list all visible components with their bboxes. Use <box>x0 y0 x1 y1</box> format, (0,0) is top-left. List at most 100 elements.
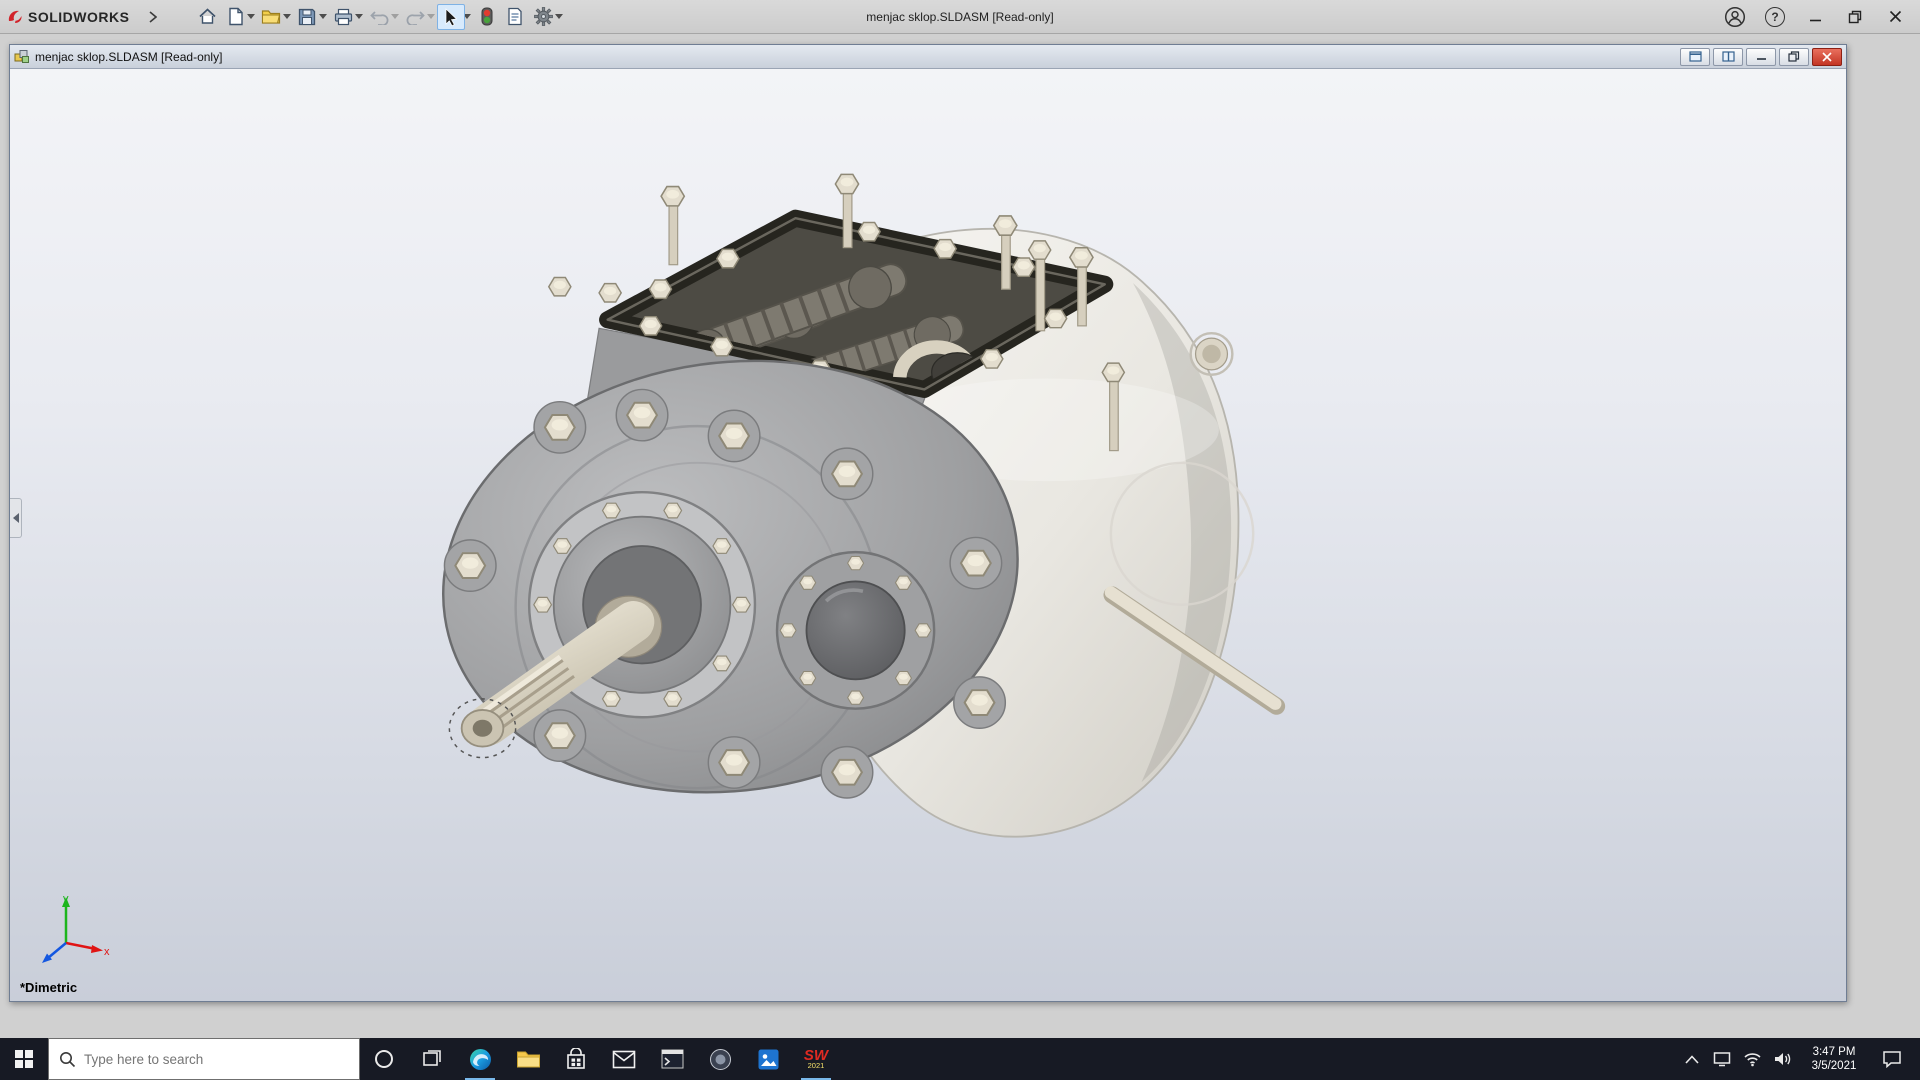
doc-close-button[interactable] <box>1812 47 1842 66</box>
print-icon <box>334 8 353 25</box>
gearbox-assembly-model[interactable] <box>10 69 1846 1001</box>
expand-toolbar-arrow-icon[interactable] <box>139 4 167 30</box>
new-document-button[interactable] <box>221 4 249 30</box>
taskbar-icon-solidworks[interactable]: SW 2021 <box>792 1038 840 1080</box>
doc-title: menjac sklop.SLDASM [Read-only] <box>35 49 223 64</box>
taskbar-clock[interactable]: 3:47 PM 3/5/2021 <box>1797 1045 1871 1073</box>
save-button[interactable] <box>293 4 321 30</box>
doc-window-button-1[interactable] <box>1680 47 1710 66</box>
app-titlebar: SOLIDWORKS menjac sklop.SLDASM [Read-onl… <box>0 0 1920 34</box>
open-folder-icon <box>262 10 281 24</box>
clock-time: 3:47 PM <box>1812 1046 1856 1058</box>
terminal-icon <box>661 1049 683 1069</box>
view-orientation-label: *Dimetric <box>20 980 78 995</box>
solidworks-screen: SOLIDWORKS menjac sklop.SLDASM [Read-onl… <box>0 0 1920 1080</box>
new-document-icon <box>229 7 243 26</box>
wifi-icon <box>1743 1052 1761 1066</box>
cortana-icon <box>375 1050 393 1068</box>
app-close-button[interactable] <box>1876 3 1914 31</box>
undo-dropdown-icon[interactable] <box>391 14 400 19</box>
redo-icon <box>406 10 425 25</box>
triad-y-label: y <box>63 893 69 905</box>
window-arrange-icon <box>1688 51 1702 62</box>
task-view-button[interactable] <box>408 1038 456 1080</box>
triad-x-label: x <box>104 946 110 958</box>
doc-minimize-icon <box>1756 58 1766 60</box>
redo-dropdown-icon[interactable] <box>427 14 436 19</box>
print-button[interactable] <box>329 4 357 30</box>
file-explorer-icon <box>516 1051 540 1067</box>
task-view-icon <box>423 1050 441 1066</box>
graphics-viewport[interactable]: y x *Dimetric <box>10 69 1846 1001</box>
redo-button[interactable] <box>401 4 429 30</box>
tray-display-button[interactable] <box>1707 1038 1737 1080</box>
action-center-icon <box>1883 1051 1901 1068</box>
minimize-icon <box>1809 19 1821 22</box>
doc-close-icon <box>1822 51 1832 62</box>
round-app-icon <box>709 1048 731 1070</box>
account-button[interactable] <box>1716 3 1754 31</box>
taskbar-icon-edge[interactable] <box>456 1038 504 1080</box>
home-button[interactable] <box>193 4 221 30</box>
search-input[interactable] <box>84 1051 324 1067</box>
windows-logo-icon <box>15 1050 33 1068</box>
clock-date: 3/5/2021 <box>1811 1060 1857 1072</box>
windows-taskbar: SW 2021 <box>0 1038 1920 1080</box>
mail-icon <box>612 1050 636 1068</box>
options-button[interactable] <box>529 4 557 30</box>
solidworks-version-badge: 2021 <box>807 1061 825 1070</box>
options-gear-icon <box>534 7 553 26</box>
home-icon <box>199 8 216 24</box>
store-icon <box>567 1047 585 1069</box>
undo-icon <box>370 10 389 25</box>
cortana-button[interactable] <box>360 1038 408 1080</box>
close-icon <box>1889 10 1901 23</box>
taskbar-icon-mail[interactable] <box>600 1038 648 1080</box>
action-center-button[interactable] <box>1871 1038 1913 1080</box>
open-button[interactable] <box>257 4 285 30</box>
edge-icon <box>469 1048 491 1070</box>
doc-window-button-2[interactable] <box>1713 47 1743 66</box>
doc-restore-button[interactable] <box>1779 47 1809 66</box>
taskbar-icon-blue-tile[interactable] <box>744 1038 792 1080</box>
blue-tile-app-icon <box>758 1049 778 1069</box>
help-icon: ? <box>1765 6 1785 27</box>
featuremanager-collapse-tab[interactable] <box>10 497 22 538</box>
restore-icon <box>1848 10 1862 23</box>
taskbar-icon-app-circle[interactable] <box>696 1038 744 1080</box>
help-button[interactable]: ? <box>1756 3 1794 31</box>
hidden-icons-button[interactable] <box>1677 1038 1707 1080</box>
volume-icon <box>1774 1053 1790 1065</box>
orientation-triad[interactable]: y x <box>32 891 112 969</box>
app-restore-button[interactable] <box>1836 3 1874 31</box>
start-button[interactable] <box>0 1038 48 1080</box>
dassault-logo-icon <box>8 10 22 23</box>
assembly-document-icon <box>14 50 29 63</box>
doc-titlebar[interactable]: menjac sklop.SLDASM [Read-only] <box>10 45 1846 69</box>
taskbar-icon-terminal[interactable] <box>648 1038 696 1080</box>
taskbar-search[interactable] <box>48 1038 360 1080</box>
undo-button[interactable] <box>365 4 393 30</box>
tray-network-button[interactable] <box>1737 1038 1767 1080</box>
doc-restore-icon <box>1788 51 1800 62</box>
display-icon <box>1713 1052 1731 1067</box>
tray-volume-button[interactable] <box>1767 1038 1797 1080</box>
taskbar-icon-file-explorer[interactable] <box>504 1038 552 1080</box>
search-icon <box>60 1051 76 1067</box>
document-window: menjac sklop.SLDASM [Read-only] y x *Dim… <box>9 44 1847 1002</box>
collapse-arrow-icon <box>12 512 19 523</box>
brand-name: SOLIDWORKS <box>28 8 130 25</box>
app-minimize-button[interactable] <box>1796 3 1834 31</box>
file-properties-button[interactable] <box>501 4 529 30</box>
system-tray: 3:47 PM 3/5/2021 <box>1677 1038 1920 1080</box>
select-arrow-icon <box>445 7 458 26</box>
output-bearing-cover[interactable] <box>775 550 936 710</box>
rebuild-stoplight-icon <box>481 7 493 26</box>
file-properties-icon <box>508 7 523 26</box>
select-tool-button[interactable] <box>437 3 466 30</box>
rebuild-button[interactable] <box>473 4 501 30</box>
taskbar-icon-store[interactable] <box>552 1038 600 1080</box>
chevron-up-icon <box>1685 1054 1699 1064</box>
window-split-icon <box>1721 51 1735 62</box>
doc-minimize-button[interactable] <box>1746 47 1776 66</box>
